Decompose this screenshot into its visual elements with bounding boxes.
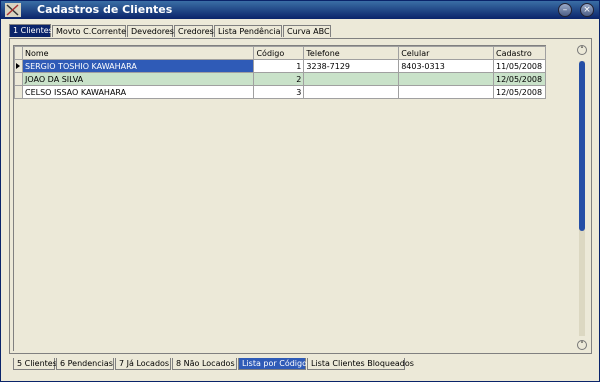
table-row[interactable]: SERGIO TOSHIO KAWAHARA 1 3238-7129 8403-…: [14, 59, 547, 73]
tab-label: Credores: [178, 27, 214, 36]
row-indicator: [14, 85, 23, 99]
tab-movto-c-corrente[interactable]: Movto C.Corrente: [52, 25, 126, 37]
tab-label: 7 Já Locados: [119, 359, 170, 368]
tab-6-pendencias[interactable]: 6 Pendencias: [56, 358, 114, 370]
cell-codigo[interactable]: 3: [253, 85, 305, 99]
cell-celular[interactable]: 8403-0313: [398, 59, 494, 73]
tab-label: 8 Não Locados: [176, 359, 235, 368]
tab-label: Lista por Código: [242, 359, 307, 368]
tab-5-clientes[interactable]: 5 Clientes: [13, 358, 57, 370]
scroll-up-button[interactable]: ˄: [577, 45, 587, 55]
tab-label: 6 Pendencias: [60, 359, 113, 368]
tab-lista-pendencia[interactable]: Lista Pendência: [214, 25, 282, 37]
scroll-track[interactable]: [579, 61, 585, 336]
cell-codigo[interactable]: 1: [253, 59, 305, 73]
cell-codigo[interactable]: 2: [253, 72, 305, 86]
window-title: Cadastros de Clientes: [37, 3, 173, 16]
column-header-telefone[interactable]: Telefone: [303, 46, 400, 60]
scroll-thumb[interactable]: [579, 61, 585, 231]
column-header-codigo[interactable]: Código: [253, 46, 305, 60]
tab-label: 1 Clientes: [13, 26, 53, 35]
tab-label: Lista Pendência: [218, 27, 281, 36]
column-header-cadastro[interactable]: Cadastro: [492, 46, 547, 60]
cell-telefone[interactable]: [303, 85, 400, 99]
tab-label: Lista Clientes Bloqueados: [311, 359, 414, 368]
tab-curva-abc[interactable]: Curva ABC: [283, 25, 331, 37]
clients-table: Nome Código Telefone Celular Cadastro SE…: [14, 46, 547, 99]
tab-label: Curva ABC: [287, 27, 330, 36]
tab-7-ja-locados[interactable]: 7 Já Locados: [115, 358, 171, 370]
row-indicator: [14, 59, 23, 73]
minimize-button[interactable]: –: [558, 3, 572, 17]
tab-clientes[interactable]: 1 Clientes: [9, 24, 53, 37]
cell-cadastro[interactable]: 12/05/2008: [492, 85, 547, 99]
clients-grid[interactable]: Nome Código Telefone Celular Cadastro SE…: [13, 45, 547, 351]
tab-lista-clientes-bloqueados[interactable]: Lista Clientes Bloqueados: [307, 358, 414, 370]
tab-label: Devedores: [131, 27, 174, 36]
title-bar[interactable]: Cadastros de Clientes – ×: [1, 1, 599, 19]
tab-panel: Nome Código Telefone Celular Cadastro SE…: [9, 38, 592, 354]
cell-nome[interactable]: CELSO ISSAO KAWAHARA: [21, 85, 255, 99]
tab-credores[interactable]: Credores: [174, 25, 214, 37]
tab-lista-por-codigo[interactable]: Lista por Código: [238, 358, 307, 370]
scroll-down-button[interactable]: ˅: [577, 340, 587, 350]
cell-cadastro[interactable]: 11/05/2008: [492, 59, 547, 73]
tab-label: 5 Clientes: [17, 359, 57, 368]
cell-cadastro[interactable]: 12/05/2008: [492, 72, 547, 86]
cell-telefone[interactable]: [303, 72, 400, 86]
cell-nome[interactable]: JOAO DA SILVA: [21, 72, 255, 86]
cell-nome[interactable]: SERGIO TOSHIO KAWAHARA: [21, 59, 255, 73]
header-row: Nome Código Telefone Celular Cadastro: [14, 46, 547, 60]
header-indicator: [14, 46, 23, 60]
cell-celular[interactable]: [398, 85, 494, 99]
table-row[interactable]: CELSO ISSAO KAWAHARA 3 12/05/2008: [14, 85, 547, 99]
tab-8-nao-locados[interactable]: 8 Não Locados: [172, 358, 237, 370]
table-row[interactable]: JOAO DA SILVA 2 12/05/2008: [14, 72, 547, 86]
tab-label: Movto C.Corrente: [56, 27, 127, 36]
main-window: Cadastros de Clientes – × 1 Clientes Mov…: [0, 0, 600, 382]
row-pointer-icon: [16, 63, 21, 69]
vertical-scrollbar[interactable]: ˄ ˅: [577, 45, 587, 350]
close-button[interactable]: ×: [580, 3, 594, 17]
cell-celular[interactable]: [398, 72, 494, 86]
cell-telefone[interactable]: 3238-7129: [303, 59, 400, 73]
tab-devedores[interactable]: Devedores: [127, 25, 174, 37]
tools-icon[interactable]: [5, 3, 21, 17]
column-header-nome[interactable]: Nome: [21, 46, 255, 60]
row-indicator: [14, 72, 23, 86]
column-header-celular[interactable]: Celular: [398, 46, 494, 60]
